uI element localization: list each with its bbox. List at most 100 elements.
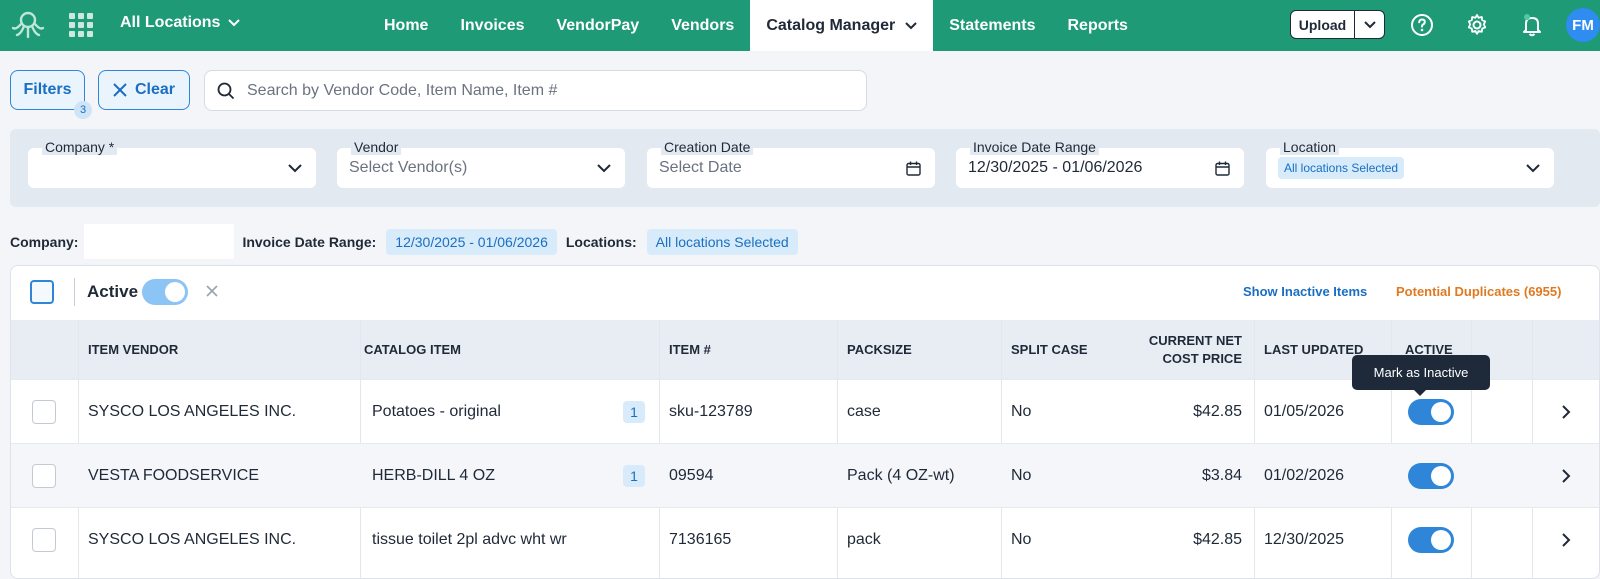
- chevron-down-icon: [288, 163, 302, 172]
- nav-vendorpay[interactable]: VendorPay: [540, 0, 655, 51]
- cell-item-vendor: VESTA FOODSERVICE: [88, 467, 260, 484]
- nav-catalog-manager[interactable]: Catalog Manager: [750, 0, 934, 51]
- summary-date-label: Invoice Date Range:: [242, 233, 377, 250]
- column-header-price-line2: COST PRICE: [1162, 350, 1242, 366]
- apps-grid-icon[interactable]: [69, 13, 93, 37]
- cell-catalog-item[interactable]: tissue toilet 2pl advc wht wr: [372, 508, 567, 572]
- cell-price: $3.84: [1201, 467, 1242, 484]
- calendar-icon: [906, 161, 921, 176]
- location-selector[interactable]: All Locations: [120, 14, 241, 32]
- location-filter-label: Location: [1280, 139, 1339, 155]
- row-checkbox-cell: [32, 444, 56, 508]
- cell-split-case: No: [1011, 531, 1032, 548]
- cell-last-updated: 12/30/2025: [1264, 531, 1345, 548]
- upload-dropdown-toggle[interactable]: [1355, 11, 1384, 38]
- cell-item-number: 09594: [669, 467, 714, 484]
- vendor-filter-label: Vendor: [351, 139, 402, 155]
- close-icon[interactable]: [202, 281, 222, 301]
- chevron-right-icon[interactable]: [1558, 468, 1574, 484]
- active-toggle-cell: [1408, 508, 1454, 572]
- summary-date-chip: 12/30/2025 - 01/06/2026: [386, 228, 557, 255]
- cell-item-number: sku-123789: [669, 403, 753, 420]
- select-all-checkbox[interactable]: [30, 280, 54, 304]
- column-header-item-number[interactable]: ITEM #: [669, 320, 711, 379]
- summary-company-label: Company:: [10, 233, 79, 250]
- cell-last-updated: 01/05/2026: [1264, 403, 1345, 420]
- nav-home[interactable]: Home: [368, 0, 444, 51]
- clear-filters-label: Clear: [134, 81, 176, 98]
- cell-item-number: 7136165: [669, 531, 732, 548]
- summary-locations-chip: All locations Selected: [646, 228, 798, 255]
- clear-filters-button[interactable]: Clear: [98, 70, 190, 110]
- column-header-split-case[interactable]: SPLIT CASE: [1011, 320, 1088, 379]
- main-nav: Home Invoices VendorPay Vendors Catalog …: [368, 0, 1144, 51]
- summary-company-value: [84, 224, 235, 259]
- search-box: [204, 70, 867, 111]
- vendor-select-placeholder: Select Vendor(s): [349, 159, 468, 176]
- search-input[interactable]: [247, 81, 847, 100]
- chevron-right-icon[interactable]: [1558, 532, 1574, 548]
- row-checkbox-cell: [32, 380, 56, 444]
- cell-last-updated: 01/02/2026: [1264, 467, 1345, 484]
- catalog-table-card: Active Show Inactive Items Potential Dup…: [10, 265, 1600, 579]
- summary-locations-label: Locations:: [565, 233, 637, 250]
- active-filter-toggle[interactable]: [142, 279, 188, 305]
- gear-icon[interactable]: [1463, 11, 1491, 39]
- creation-date-filter-label: Creation Date: [661, 139, 754, 155]
- chevron-down-icon: [1363, 20, 1376, 28]
- table-row[interactable]: SYSCO LOS ANGELES INC. tissue toilet 2pl…: [11, 507, 1599, 572]
- cell-catalog-item[interactable]: Potatoes - original: [372, 380, 501, 444]
- table-toolbar: Active Show Inactive Items Potential Dup…: [11, 266, 1599, 320]
- cell-item-vendor: SYSCO LOS ANGELES INC.: [88, 403, 297, 420]
- active-filter-label: Active: [87, 282, 139, 301]
- chevron-down-icon: [905, 21, 917, 29]
- top-navigation-bar: All Locations Home Invoices VendorPay Ve…: [0, 0, 1600, 51]
- user-avatar[interactable]: FM: [1566, 8, 1600, 42]
- cell-catalog-item[interactable]: HERB-DILL 4 OZ: [372, 444, 495, 508]
- close-icon: [113, 83, 127, 97]
- column-header-item-vendor[interactable]: ITEM VENDOR: [88, 320, 178, 379]
- filter-panel: Company * Vendor Select Vendor(s) Creati…: [10, 129, 1600, 207]
- filters-button[interactable]: Filters: [10, 70, 85, 110]
- nav-vendors[interactable]: Vendors: [655, 0, 750, 51]
- catalog-item-count-badge[interactable]: 1: [623, 401, 645, 423]
- catalog-item-count-badge[interactable]: 1: [623, 465, 645, 487]
- nav-reports[interactable]: Reports: [1052, 0, 1144, 51]
- creation-date-placeholder: Select Date: [659, 159, 742, 176]
- show-inactive-items-link[interactable]: Show Inactive Items: [1243, 284, 1367, 299]
- location-chip: All locations Selected: [1278, 157, 1405, 179]
- row-active-toggle[interactable]: [1408, 463, 1454, 489]
- nav-statements[interactable]: Statements: [933, 0, 1051, 51]
- row-checkbox[interactable]: [32, 464, 56, 488]
- chevron-down-icon: [1526, 163, 1540, 172]
- invoice-date-range-label: Invoice Date Range: [970, 139, 1099, 155]
- filters-count-badge: 3: [74, 101, 92, 119]
- upload-label: Upload: [1291, 11, 1355, 38]
- search-icon: [217, 82, 235, 99]
- column-header-last-updated[interactable]: LAST UPDATED: [1264, 320, 1363, 379]
- cell-packsize: case: [847, 403, 881, 420]
- octopus-logo-icon[interactable]: [10, 8, 46, 42]
- upload-button[interactable]: Upload: [1290, 10, 1385, 39]
- help-icon[interactable]: [1408, 11, 1436, 39]
- column-header-catalog-item[interactable]: CATALOG ITEM: [364, 320, 461, 379]
- nav-invoices[interactable]: Invoices: [444, 0, 540, 51]
- applied-filters-summary: Company: Invoice Date Range: 12/30/2025 …: [10, 224, 807, 259]
- cell-packsize: pack: [847, 531, 881, 548]
- chevron-right-icon[interactable]: [1558, 404, 1574, 420]
- table-row[interactable]: VESTA FOODSERVICE HERB-DILL 4 OZ 1 09594…: [11, 443, 1599, 508]
- company-filter-label: Company *: [42, 139, 118, 155]
- row-checkbox[interactable]: [32, 400, 56, 424]
- potential-duplicates-link[interactable]: Potential Duplicates (6955): [1396, 284, 1561, 299]
- bell-icon[interactable]: [1518, 11, 1546, 39]
- column-header-price-line1: CURRENT NET: [1148, 332, 1242, 348]
- cell-item-vendor: SYSCO LOS ANGELES INC.: [88, 531, 297, 548]
- row-active-toggle[interactable]: [1408, 399, 1454, 425]
- row-checkbox[interactable]: [32, 528, 56, 552]
- mark-inactive-tooltip: Mark as Inactive: [1352, 355, 1490, 396]
- column-header-packsize[interactable]: PACKSIZE: [847, 320, 912, 379]
- cell-packsize: Pack (4 OZ-wt): [847, 467, 955, 484]
- column-header-current-net-cost-price[interactable]: CURRENT NET COST PRICE: [1101, 320, 1242, 379]
- row-active-toggle[interactable]: [1408, 527, 1454, 553]
- location-selector-label: All Locations: [120, 14, 221, 31]
